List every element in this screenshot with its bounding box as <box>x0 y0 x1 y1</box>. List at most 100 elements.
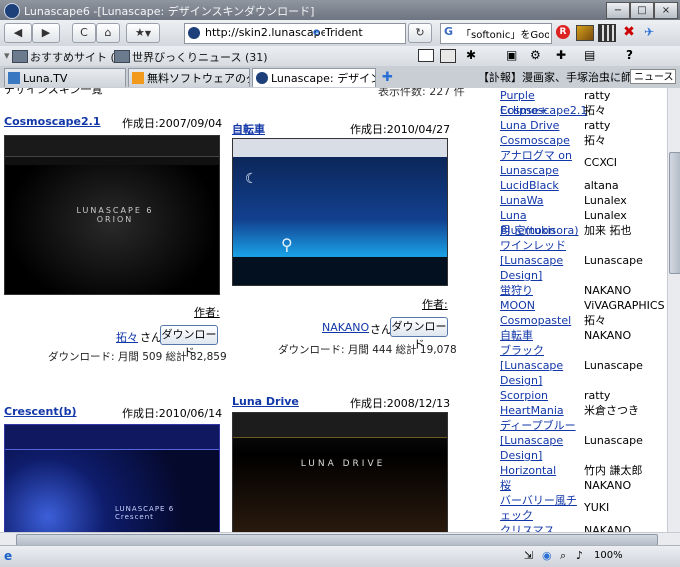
monitor-icon[interactable] <box>418 49 434 62</box>
ranking-skin-link[interactable]: Cosmoscape2.1 <box>500 103 587 118</box>
news-dropdown[interactable]: ニュース <box>630 69 676 84</box>
ranking-author: ViVAGRAPHICS <box>584 299 665 312</box>
ranking-author: NAKANO <box>584 479 632 492</box>
bookmark-folder-recommended[interactable]: おすすめサイト (4) <box>30 49 126 65</box>
address-bar[interactable]: http://skin2.lunascape.jp e Trident <box>184 23 406 44</box>
ranking-skin-link[interactable]: Cosmoscape <box>500 133 584 148</box>
thumb-caption: LUNASCAPE 6 ORION <box>76 206 154 224</box>
vertical-scrollbar[interactable] <box>667 88 680 532</box>
ranking-skin-link[interactable]: LunaWa <box>500 193 584 208</box>
bird-icon[interactable]: ✈ <box>644 25 662 39</box>
red-x-icon[interactable]: ✖ <box>620 23 638 41</box>
ranking-skin-link[interactable]: ワインレッド [Lunascape Design] <box>500 238 584 283</box>
zoom-level[interactable]: 100% <box>594 550 623 561</box>
ranking-skin-link[interactable]: HeartMania <box>500 403 584 418</box>
chevron-down-icon: ▼ <box>144 29 152 38</box>
reload-icon: C <box>80 26 88 39</box>
news-ticker[interactable]: 【訃報】漫画家、手塚治虫に師事 <box>478 69 643 85</box>
trident-engine-icon: e <box>313 27 320 38</box>
lunascape-app-icon[interactable] <box>4 3 20 19</box>
maximize-button[interactable]: □ <box>630 2 654 19</box>
gear-icon[interactable]: ⚙ <box>530 48 541 62</box>
zoom-icon[interactable]: ⌕ <box>560 549 566 563</box>
skin-title-bicycle[interactable]: 自転車 <box>232 121 265 137</box>
tv-icon <box>8 72 20 84</box>
ranking-skin-link[interactable]: LucidBlack <box>500 178 584 193</box>
download-button[interactable]: ダウンロード <box>390 317 448 351</box>
search-box[interactable]: G 「softonic」をGoogle(E) <box>440 23 552 44</box>
ranking-author: NAKANO <box>584 329 632 342</box>
cross-tool-icon[interactable]: ✚ <box>556 48 566 62</box>
grid-icon[interactable] <box>598 24 616 42</box>
bookmark-folder-news[interactable]: 世界びっくりニュース (31) <box>132 49 268 65</box>
download-button[interactable]: ダウンロード <box>160 325 218 359</box>
bookmark-grip-icon: ▾ <box>4 49 10 62</box>
skin-thumbnail-cosmoscape[interactable]: LUNASCAPE 6 ORION <box>4 135 220 295</box>
favorites-button[interactable]: ★▼ <box>126 23 160 43</box>
author-link[interactable]: NAKANO <box>322 321 369 334</box>
settings-icon[interactable]: ✱ <box>466 48 476 62</box>
ranking-author: NAKANO <box>584 284 632 297</box>
tab-list-icon[interactable] <box>440 49 456 63</box>
back-button[interactable]: ◀ <box>4 23 32 43</box>
minimize-button[interactable]: − <box>606 2 630 19</box>
ie-engine-icon[interactable]: e <box>4 549 12 563</box>
reload-button[interactable]: C <box>72 23 96 43</box>
ranking-skin-link[interactable]: Cosmopastel <box>500 313 584 328</box>
ranking-skin-link[interactable]: アナログマ on Lunascape <box>500 148 584 178</box>
skin-thumbnail-crescent[interactable]: LUNASCAPE 6 Crescent <box>4 424 220 532</box>
ranking-skin-link[interactable]: Scorpion <box>500 388 584 403</box>
vertical-scroll-thumb[interactable] <box>669 152 680 274</box>
softonic-icon <box>132 72 144 84</box>
ranking-author: 拓々 <box>584 314 606 327</box>
document-icon[interactable]: ▤ <box>584 48 595 62</box>
resize-icon[interactable]: ⇲ <box>524 549 533 562</box>
ranking-skin-link[interactable]: 月 空(tukisora) <box>500 223 584 238</box>
ranking-skin-link[interactable]: 桜 <box>500 478 584 493</box>
author-suffix: さん <box>140 331 162 344</box>
tab-software[interactable]: 無料ソフトウェアのダウン... <box>128 68 250 87</box>
ranking-author: Lunascape <box>584 254 643 267</box>
author-link[interactable]: 拓々 <box>116 329 138 345</box>
address-url[interactable]: http://skin2.lunascape.jp <box>205 26 325 39</box>
tab-lunascape-design[interactable]: Lunascape: デザイン... <box>252 68 376 87</box>
forward-button[interactable]: ▶ <box>32 23 60 43</box>
image-icon[interactable] <box>576 25 594 41</box>
partial-header: デザインスキン一覧 <box>4 88 103 96</box>
ranking-skin-link[interactable]: Horizontal <box>500 463 584 478</box>
refresh-button[interactable]: ↻ <box>408 23 432 43</box>
ranking-skin-link[interactable]: MOON <box>500 298 584 313</box>
search-input[interactable]: 「softonic」をGoogle(E) <box>461 26 549 41</box>
engine-label[interactable]: Trident <box>325 26 363 39</box>
ranking-skin-link[interactable]: クリスマス <box>500 523 584 532</box>
stop-icon[interactable]: R <box>556 25 570 39</box>
skin-thumbnail-bicycle[interactable]: ☾ ⚲ <box>232 138 448 286</box>
ranking-skin-link[interactable]: 蛍狩り <box>500 283 584 298</box>
sound-icon[interactable]: ♪ <box>576 549 583 562</box>
news-dropdown-label: ニュース <box>634 72 674 83</box>
help-icon[interactable]: ? <box>626 48 633 62</box>
ranking-author: ratty <box>584 389 611 402</box>
home-icon: ⌂ <box>104 26 112 39</box>
close-button[interactable]: × <box>654 2 678 19</box>
ranking-skin-link[interactable]: バーバリー風チェック <box>500 493 584 523</box>
ranking-author: Lunascape <box>584 434 643 447</box>
lock-icon[interactable]: ▣ <box>506 48 517 62</box>
moon-icon: ☾ <box>245 171 258 187</box>
ranking-skin-link[interactable]: Luna Drive <box>500 118 584 133</box>
skin-title-luna-drive[interactable]: Luna Drive <box>232 395 299 408</box>
ranking-skin-link[interactable]: ブラック [Lunascape Design] <box>500 343 584 388</box>
home-button[interactable]: ⌂ <box>96 23 120 43</box>
skin-thumbnail-luna-drive[interactable]: LUNA DRIVE <box>232 412 448 532</box>
ranking-skin-link[interactable]: ディープブルー [Lunascape Design] <box>500 418 584 463</box>
skin-title-cosmoscape[interactable]: Cosmoscape2.1 <box>4 115 101 128</box>
ranking-author: YUKI <box>584 501 610 514</box>
bookmark-toolbar: ▾ おすすめサイト (4) 世界びっくりニュース (31) ✱ ▣ ⚙ ✚ ▤ … <box>0 46 680 67</box>
ranking-author: altana <box>584 179 619 192</box>
thumb-caption: LUNA DRIVE <box>300 459 386 469</box>
skin-title-crescent[interactable]: Crescent(b) <box>4 405 77 418</box>
horizontal-scrollbar[interactable] <box>0 532 680 546</box>
ranking-skin-link[interactable]: 自転車 <box>500 328 584 343</box>
tab-luna-tv[interactable]: Luna.TV <box>4 68 126 87</box>
new-tab-icon[interactable]: ✚ <box>382 70 393 85</box>
